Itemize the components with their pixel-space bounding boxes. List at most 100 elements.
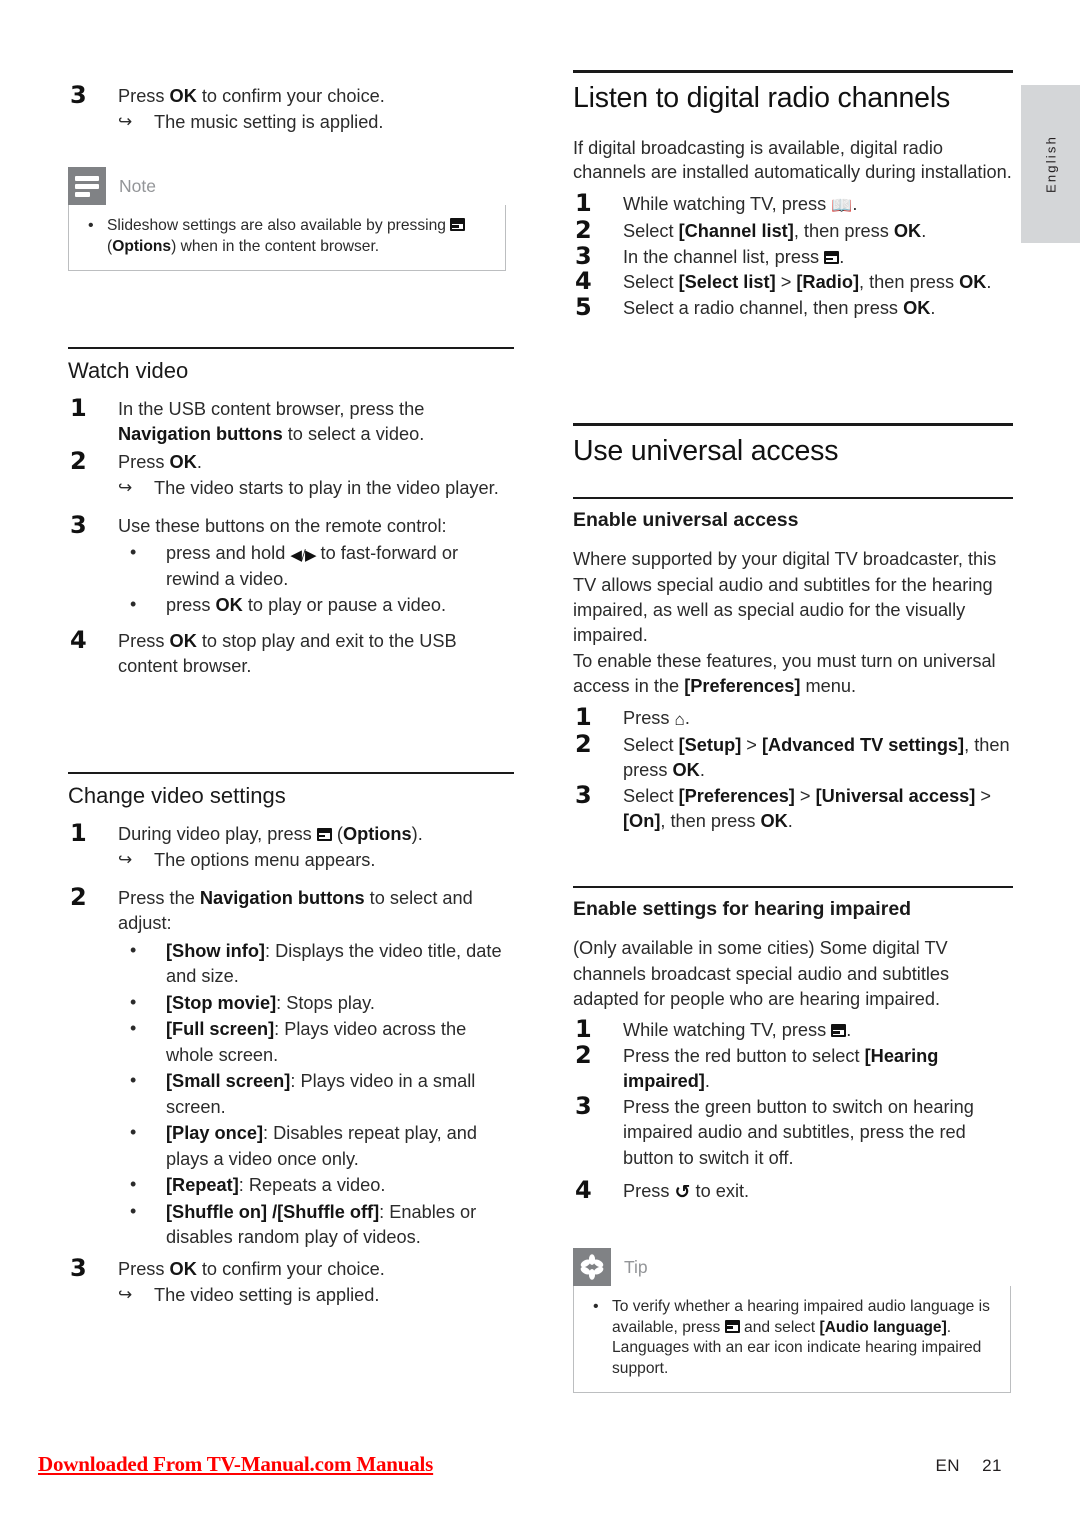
step-text: Select [Channel list], then press OK. [623,221,927,242]
step-text: During video play, press (Options). [118,823,423,844]
note-bullet-list: • Slideshow settings are also available b… [83,216,491,257]
step-result: ↪ The options menu appears. [118,848,514,873]
note-callout: Note • Slideshow settings are also availa… [68,167,506,272]
step-text: Press ↺ to exit. [623,1181,749,1203]
bullet-dot-icon: • [130,1070,137,1091]
step-item: 2 Press OK. ↪ The video starts to play in… [68,447,514,502]
tip-callout: Tip • To verify whether a hearing impaire… [573,1248,1011,1394]
step-text: Select [Setup] > [Advanced TV settings],… [623,734,1010,781]
radio-section: Listen to digital radio channels If digi… [573,70,1013,321]
bullet-dot-icon: • [130,1200,137,1221]
options-icon [450,218,466,231]
step-number: 1 [70,393,87,422]
step-text: While watching TV, press . [623,1020,852,1041]
step-number: 2 [575,1040,592,1069]
note-icon [68,167,106,205]
step-number: 4 [70,625,87,654]
step-number: 3 [70,510,87,539]
bullet-item: • [Small screen]: Plays video in a small … [130,1070,476,1117]
ok-key: OK [169,86,197,106]
downloaded-from-link[interactable]: Downloaded From TV-Manual.com Manuals [38,1452,433,1477]
watch-video-heading: Watch video [68,357,189,383]
step-number: 4 [575,1176,592,1205]
steps-list: 3 Press OK to confirm your choice. ↪ The … [68,81,514,136]
options-icon [824,250,840,264]
step-item: 1 While watching TV, press 📖. [573,189,1013,219]
bullet-dot-icon: • [130,991,137,1012]
step-text: Press ⌂. [623,708,690,730]
step-item: 2 Press the red button to select [Hearin… [573,1041,1013,1095]
step-item: 2 Press the Navigation buttons to select… [68,883,514,1251]
step-number: 2 [70,446,87,475]
language-tab: English [1021,85,1080,243]
step-item: 3 Select [Preferences] > [Universal acce… [573,781,1013,835]
step-number: 3 [70,81,87,109]
options-icon [724,1319,740,1333]
step-item: 1 In the USB content browser, press the … [68,394,514,448]
note-body: • Slideshow settings are also available b… [68,205,506,272]
step-item: 3 Press OK to confirm your choice. ↪ The … [68,81,514,136]
home-icon: ⌂ [674,709,685,730]
step-text: Press the Navigation buttons to select a… [118,887,473,934]
result-text: The video starts to play in the video pl… [154,478,499,499]
hearing-impaired-steps: 1 While watching TV, press . 2 Press the… [573,1015,1013,1206]
section-rule-thick [573,70,1013,73]
universal-access-heading: Use universal access [573,435,839,467]
watch-video-section: Watch video 1 In the USB content browser… [68,347,514,682]
options-icon [316,827,332,841]
bullet-item: • press and hold ◀/▶ to fast-forward or r… [130,542,459,589]
step-item: 4 Select [Select list] > [Radio], then p… [573,267,1013,295]
section-rule [573,886,1013,888]
change-video-settings-section: Change video settings 1 During video pla… [68,772,514,1311]
result-text: The options menu appears. [154,850,376,871]
bullet-dot-icon: • [130,542,137,563]
bullet-item: • [Show info]: Displays the video title, … [130,939,502,987]
radio-intro: If digital broadcasting is available, di… [573,137,1012,183]
step-item: 1 Press ⌂. [573,703,1013,733]
step-result: ↪ The video starts to play in the video p… [118,476,514,501]
bullet-dot-icon: • [88,217,94,234]
bullet-item: • [Full screen]: Plays video across the w… [130,1018,467,1065]
step-text: Use these buttons on the remote control: [118,515,447,536]
tip-icon [573,1248,611,1286]
flower-glyph [580,1254,604,1280]
step-text: In the USB content browser, press the Na… [118,398,425,445]
enable-universal-access-steps: 1 Press ⌂. 2 Select [Setup] > [Advanced … [573,703,1013,835]
step-text: Press OK to confirm your choice. [118,1258,385,1279]
watch-video-steps: 1 In the USB content browser, press the … [68,394,514,680]
bullet-dot-icon: • [130,594,137,615]
bullet-dot-icon: • [593,1298,599,1315]
step-item: 3 Use these buttons on the remote contro… [68,511,514,619]
step-text: While watching TV, press 📖. [623,194,857,216]
radio-steps: 1 While watching TV, press 📖. 2 Select [… [573,189,1013,321]
step-number: 5 [575,292,592,321]
step-text: Press OK to confirm your choice. [118,86,385,106]
note-caption-row: Note [68,167,506,205]
result-text: The music setting is applied. [154,112,384,133]
step-text: Press the red button to select [Hearing … [623,1045,939,1092]
page-number: 21 [982,1456,1002,1475]
step-bullets: • press and hold ◀/▶ to fast-forward or r… [118,541,514,618]
step-text: Press the green button to switch on hear… [623,1096,974,1168]
tip-caption: Tip [624,1257,648,1277]
step-number: 2 [70,882,87,911]
back-icon: ↺ [674,1181,691,1204]
bullet-item: • [Play once]: Disables repeat play, and … [130,1122,478,1169]
bullet-dot-icon: • [130,939,137,960]
step-result: ↪ The music setting is applied. [118,110,514,135]
result-arrow-icon: ↪ [118,1285,133,1305]
bullet-dot-icon: • [130,1018,137,1039]
change-video-settings-heading: Change video settings [68,782,286,808]
enable-universal-access-block: Enable universal access Where supported … [573,497,1013,835]
step-text: Press OK to stop play and exit to the US… [118,630,457,677]
page-footer: EN 21 [935,1456,1002,1476]
tip-body: • To verify whether a hearing impaired au… [573,1286,1011,1394]
radio-heading: Listen to digital radio channels [573,82,951,114]
step-text: Select a radio channel, then press OK. [623,297,936,318]
step-item: 2 Select [Setup] > [Advanced TV settings… [573,730,1013,784]
enable-universal-access-para-2: To enable these features, you must turn … [573,650,996,697]
result-arrow-icon: ↪ [118,478,133,498]
hearing-impaired-heading: Enable settings for hearing impaired [573,897,912,920]
video-option-bullets: • [Show info]: Displays the video title, … [118,939,514,1251]
bullet-dot-icon: • [130,1122,137,1143]
